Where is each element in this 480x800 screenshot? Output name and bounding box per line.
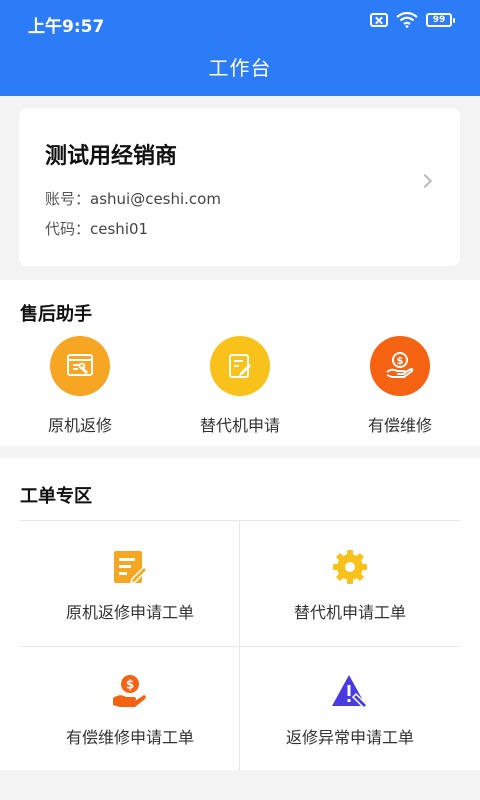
workorder-label: 有偿维修申请工单 [65,728,194,747]
workorder-replacement[interactable]: 替代机申请工单 [240,521,460,646]
helper-label: 有偿维修 [367,416,432,435]
repair-screen-icon [50,336,110,396]
helper-item-replacement[interactable]: 替代机申请 [160,336,320,436]
account-value: ashui@ceshi.com [90,190,221,208]
wifi-icon [396,12,418,28]
dealer-name: 测试用经销商 [45,144,178,169]
workorder-label: 返修异常申请工单 [285,728,414,747]
svg-text:$: $ [126,678,134,692]
workorder-section: 工单专区 原机返修申请工单 替代机申请工单 $ 有偿维修申请工单 返修异常申请工… [0,458,480,771]
chevron-right-icon [417,173,433,189]
no-sim-icon [370,13,388,27]
aftersales-title: 售后助手 [20,304,92,325]
battery-icon: 99 [426,13,455,27]
dealer-code: 代码：ceshi01 [45,218,148,239]
hand-money-icon: $ [110,672,150,712]
code-value: ceshi01 [90,220,149,238]
workorder-exception[interactable]: 返修异常申请工单 [240,646,460,771]
helper-label: 替代机申请 [199,416,280,435]
top-bar: 上午9:57 99 工作台 [0,0,480,96]
workorder-repair[interactable]: 原机返修申请工单 [20,521,240,646]
code-label: 代码： [45,220,91,238]
dealer-account: 账号：ashui@ceshi.com [45,188,221,209]
warning-wrench-icon [330,672,370,712]
hand-money-icon: $ [370,336,430,396]
workorder-grid: 原机返修申请工单 替代机申请工单 $ 有偿维修申请工单 返修异常申请工单 [20,520,460,771]
workorder-label: 原机返修申请工单 [65,603,194,622]
workorder-paid-repair[interactable]: $ 有偿维修申请工单 [20,646,240,771]
page-title: 工作台 [208,56,272,80]
edit-list-icon [110,547,150,587]
status-icons: 99 [370,12,455,28]
account-label: 账号： [45,190,91,208]
dealer-card[interactable]: 测试用经销商 账号：ashui@ceshi.com 代码：ceshi01 [19,108,460,266]
workorder-label: 替代机申请工单 [293,603,406,622]
helper-item-paid-repair[interactable]: $ 有偿维修 [320,336,480,436]
workorder-title: 工单专区 [20,486,92,507]
edit-document-icon [210,336,270,396]
helper-label: 原机返修 [47,416,112,435]
svg-text:$: $ [397,356,404,367]
gear-icon [330,547,370,587]
status-time: 上午9:57 [28,17,105,37]
aftersales-section: 售后助手 原机返修 替代机申请 $ 有偿维修 [0,280,480,446]
helper-item-repair[interactable]: 原机返修 [0,336,160,436]
